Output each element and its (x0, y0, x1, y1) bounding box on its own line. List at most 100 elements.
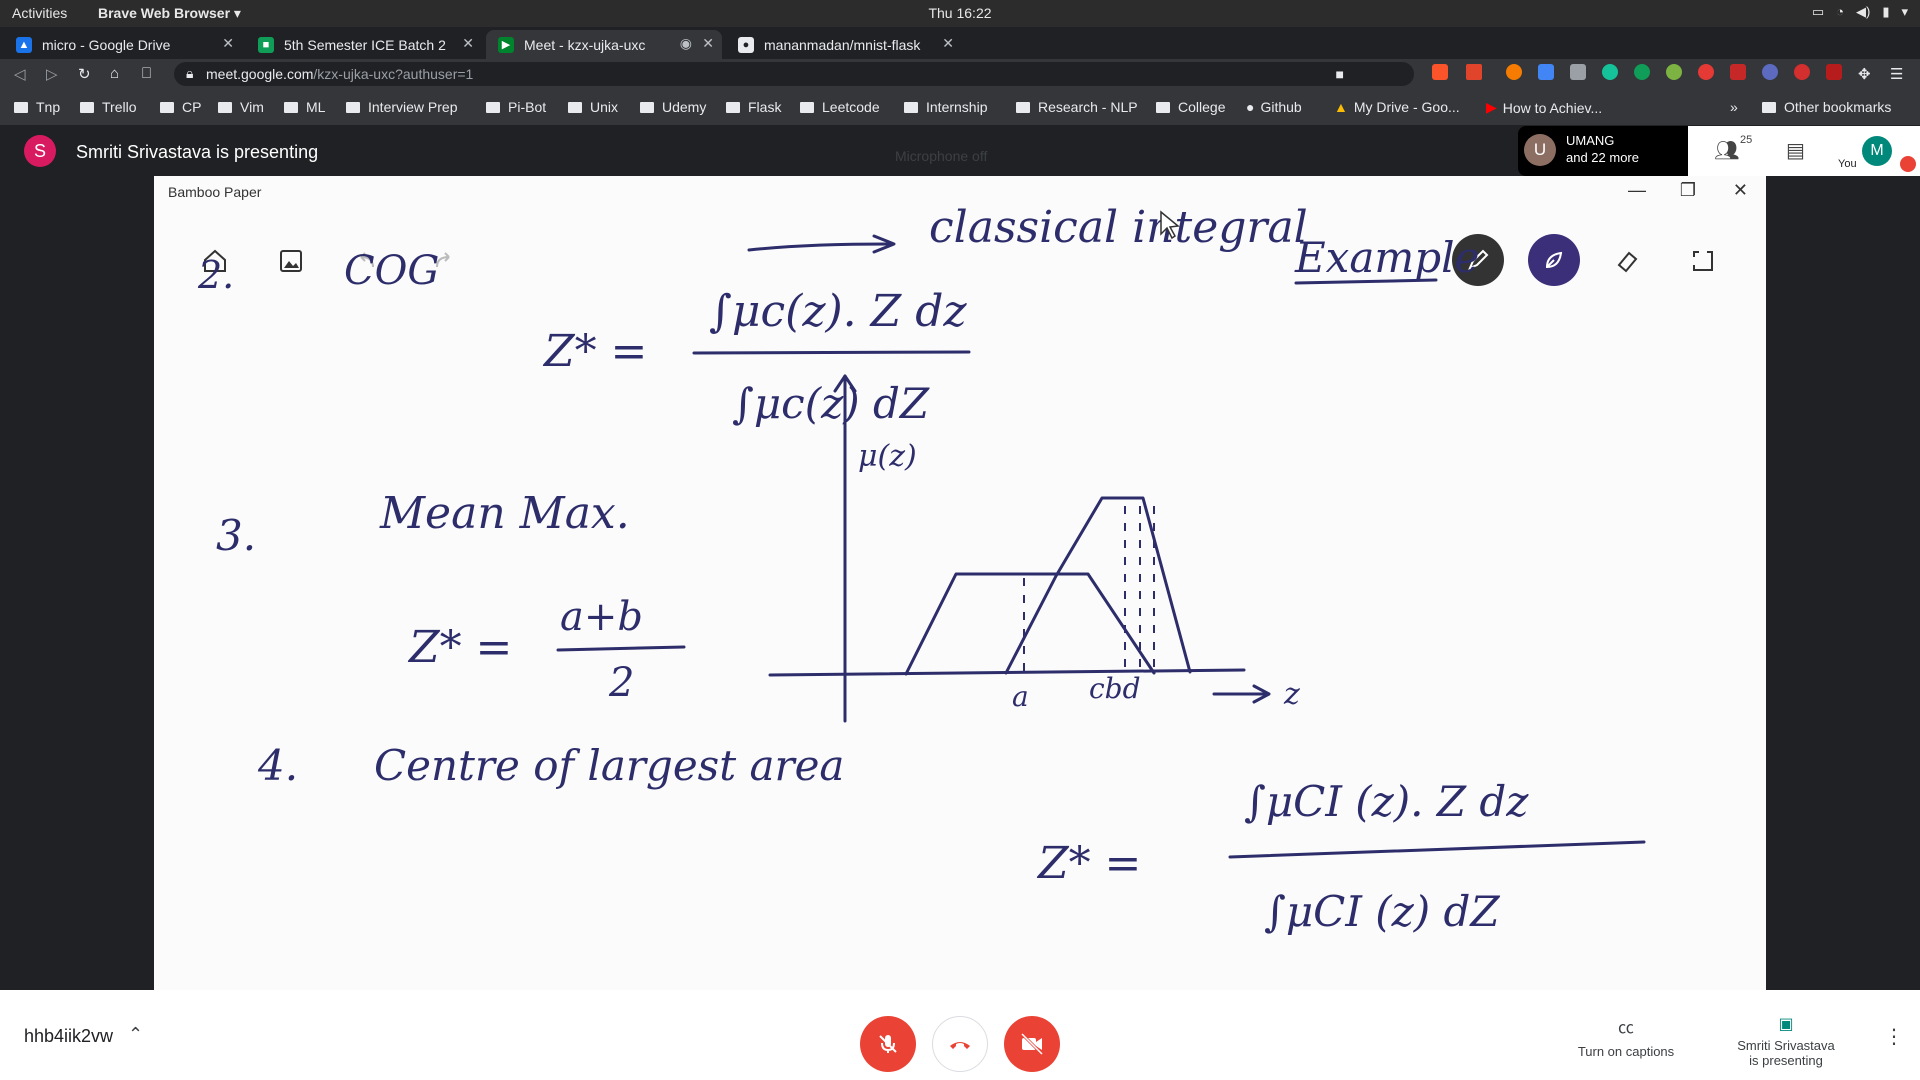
bookmark-github[interactable]: ● Github (1246, 99, 1302, 115)
graph-ylabel: μ(z) (858, 439, 917, 474)
tab-github[interactable]: ● mananmadan/mnist-flask ✕ (726, 30, 962, 59)
item2-denominator: ∫μc(z) dZ (732, 379, 930, 428)
you-label: You (1838, 158, 1857, 170)
extensions-puzzle-icon[interactable]: ✥ (1858, 65, 1871, 83)
extension-icon[interactable] (1794, 64, 1810, 80)
bookmark-folder[interactable]: Trello (80, 99, 137, 115)
bookmark-folder[interactable]: ML (284, 99, 325, 115)
close-icon[interactable]: ✕ (702, 35, 714, 52)
bookmark-folder[interactable]: Udemy (640, 99, 706, 115)
bookmark-folder[interactable]: Interview Prep (346, 99, 457, 115)
bookmark-my-drive[interactable]: ▲ My Drive - Goo... (1334, 99, 1460, 115)
graph-xlabel: z (1283, 677, 1300, 712)
clock[interactable]: Thu 16:22 (0, 5, 1920, 21)
bookmark-folder[interactable]: Tnp (14, 99, 60, 115)
github-icon: ● (738, 36, 754, 53)
extension-icon[interactable] (1506, 64, 1522, 80)
participant-info: UMANG and 22 more (1566, 132, 1639, 166)
participant-tile[interactable]: U UMANG and 22 more (1518, 126, 1688, 176)
shield-extension-icon[interactable] (1730, 64, 1746, 80)
grammarly-icon[interactable] (1634, 64, 1650, 80)
folder-icon (346, 101, 360, 113)
grammarly-icon[interactable] (1602, 64, 1618, 80)
presenter-avatar: S (24, 135, 56, 167)
people-icon[interactable]: 👥︎ (1714, 138, 1739, 163)
folder-icon (1156, 101, 1170, 113)
item3-number: 3. (216, 511, 256, 560)
chat-icon[interactable]: ▤ (1786, 138, 1805, 163)
bookmark-folder[interactable]: Research - NLP (1016, 99, 1138, 115)
example-label: Example (1294, 233, 1479, 282)
camera-in-use-icon[interactable]: ■ (1336, 66, 1344, 82)
item4-numerator: ∫μCI (z). Z dz (1244, 777, 1529, 826)
bookmark-folder[interactable]: College (1156, 99, 1225, 115)
folder-icon (726, 101, 740, 113)
tab-strip: ▲ micro - Google Drive ✕ ■ 5th Semester … (0, 27, 1920, 79)
extension-icon[interactable] (1666, 64, 1682, 80)
volume-icon: ◀) (1855, 4, 1871, 19)
alarm-extension-icon[interactable] (1698, 64, 1714, 80)
bookmark-folder[interactable]: Leetcode (800, 99, 880, 115)
home-icon[interactable]: ⌂ (110, 65, 119, 82)
meeting-code[interactable]: hhb4iik2vw (24, 1026, 113, 1047)
bookmark-icon[interactable]: ⎕ (142, 65, 151, 82)
url-input[interactable]: 🔒︎ meet.google.com/kzx-ujka-uxc?authuser… (174, 62, 1414, 86)
bookmark-folder[interactable]: Pi-Bot (486, 99, 546, 115)
bookmark-label: Udemy (662, 99, 707, 115)
reload-icon[interactable]: ↻ (78, 65, 91, 83)
bookmark-label: My Drive - Goo... (1353, 99, 1460, 115)
brave-shields-icon[interactable] (1432, 64, 1448, 80)
bookmark-folder[interactable]: Vim (218, 99, 264, 115)
brave-rewards-icon[interactable] (1466, 64, 1482, 80)
lock-icon: 🔒︎ (186, 65, 194, 81)
bookmark-folder[interactable]: Unix (568, 99, 618, 115)
folder-icon (160, 101, 174, 113)
leave-call-button[interactable] (932, 1016, 988, 1072)
extension-icon[interactable] (1570, 64, 1586, 80)
bookmarks-overflow-button[interactable]: » (1730, 99, 1738, 115)
extension-icon[interactable] (1762, 64, 1778, 80)
other-bookmarks-folder[interactable]: Other bookmarks (1762, 99, 1891, 115)
mic-toggle-button[interactable] (860, 1016, 916, 1072)
bookmark-label: Trello (102, 99, 137, 115)
bookmark-folder[interactable]: CP (160, 99, 201, 115)
graph-z-arrow (1212, 684, 1271, 704)
captions-button[interactable]: ㏄ Turn on captions (1556, 1014, 1696, 1059)
tab-label: micro - Google Drive (42, 36, 171, 53)
tab-classroom[interactable]: ■ 5th Semester ICE Batch 2 ✕ (246, 30, 482, 59)
close-icon[interactable]: ✕ (942, 35, 954, 52)
camera-toggle-button[interactable] (1004, 1016, 1060, 1072)
menu-icon[interactable]: ☰ (1890, 65, 1903, 83)
more-options-icon[interactable]: ⋮ (1884, 1024, 1904, 1049)
github-icon: ● (1246, 99, 1255, 115)
tab-google-drive[interactable]: ▲ micro - Google Drive ✕ (4, 30, 242, 59)
tab-meet[interactable]: ▶ Meet - kzx-ujka-uxc ◉ ✕ (486, 30, 722, 59)
participant-avatar: U (1524, 134, 1556, 166)
presenting-label-line1: Smriti Srivastava (1737, 1038, 1835, 1053)
meanmax-fraction-bar (556, 645, 686, 652)
folder-icon (80, 101, 94, 113)
meet-control-bar: hhb4iik2vw ⌃ ㏄ Turn on captions ▣ Smriti… (0, 990, 1920, 1080)
translate-extension-icon[interactable] (1538, 64, 1554, 80)
calendar-extension-icon[interactable] (1826, 64, 1842, 80)
system-tray[interactable]: ▭ ◔ ◀) ▮ ▾ (1812, 4, 1908, 20)
bookmark-folder[interactable]: Internship (904, 99, 987, 115)
url-domain: meet.google.com (206, 66, 314, 82)
close-icon[interactable]: ✕ (462, 35, 474, 52)
header-arrow-text: classical integral (929, 202, 1308, 253)
folder-icon (14, 101, 28, 113)
presenting-button[interactable]: ▣ Smriti Srivastava is presenting (1716, 1014, 1856, 1068)
back-icon[interactable]: ◁ (14, 65, 26, 83)
folder-icon (1016, 101, 1030, 113)
my-avatar[interactable]: M (1862, 136, 1892, 166)
bookmark-folder[interactable]: Flask (726, 99, 781, 115)
whiteboard-canvas[interactable]: classical integral Example 2. COG Z* = ∫… (154, 176, 1766, 990)
graph-tick-cbd: cbd (1089, 672, 1141, 705)
forward-icon[interactable]: ▷ (46, 65, 58, 83)
chevron-up-icon[interactable]: ⌃ (128, 1024, 143, 1045)
bookmark-label: Pi-Bot (508, 99, 547, 115)
close-icon[interactable]: ✕ (222, 35, 234, 52)
youtube-icon: ▶ (1486, 99, 1497, 115)
presentation-window: Bamboo Paper — ❐ ✕ classical integral Ex… (154, 176, 1766, 990)
bookmark-youtube[interactable]: ▶ How to Achiev... (1486, 99, 1602, 116)
